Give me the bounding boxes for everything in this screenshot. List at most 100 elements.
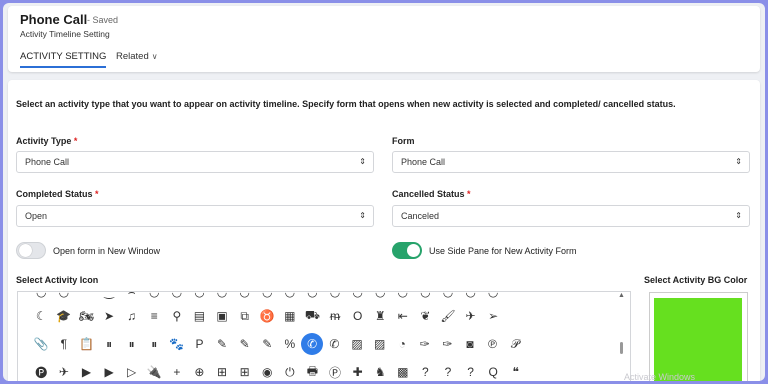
- print-icon[interactable]: 🖶: [301, 362, 324, 381]
- opencart-icon[interactable]: ⛟: [301, 306, 324, 326]
- photo-icon[interactable]: ▨: [346, 334, 369, 354]
- icon-option[interactable]: ‿: [98, 292, 121, 302]
- icon-option[interactable]: ◡: [482, 292, 505, 302]
- toggle-knob: [407, 244, 420, 257]
- icon-option[interactable]: ◡: [414, 292, 437, 302]
- paint-brush-icon[interactable]: 🖌: [437, 306, 460, 326]
- plus-square-icon[interactable]: ⊞: [211, 362, 234, 381]
- power-off-icon[interactable]: ⏻: [279, 362, 302, 381]
- pause-icon[interactable]: ⏸: [98, 334, 121, 354]
- icon-option[interactable]: ◡: [279, 292, 302, 302]
- pinterest-p-icon[interactable]: 𝒫: [504, 334, 527, 354]
- icon-option[interactable]: ◡: [392, 292, 415, 302]
- icon-option[interactable]: ◡: [53, 292, 76, 302]
- activity-type-select[interactable]: Phone Call ⇕: [16, 151, 374, 173]
- phone-square-icon[interactable]: ✆: [323, 334, 346, 354]
- quora-icon[interactable]: Q: [482, 362, 505, 381]
- odnoklassniki-icon[interactable]: ♉: [256, 306, 279, 326]
- odnoklassniki-square-icon[interactable]: ▦: [279, 306, 302, 326]
- paperclip-icon[interactable]: 📎: [30, 334, 53, 354]
- outdent-icon[interactable]: ⇤: [392, 306, 415, 326]
- music-icon[interactable]: ♫: [120, 306, 143, 326]
- tab-activity-setting[interactable]: ACTIVITY SETTING: [20, 51, 107, 68]
- product-hunt-icon[interactable]: Ⓟ: [324, 362, 347, 381]
- moon-icon[interactable]: ☾: [30, 306, 53, 326]
- optin-monster-icon[interactable]: ♜: [369, 306, 392, 326]
- scrollbar-thumb[interactable]: [620, 342, 623, 354]
- opera-icon[interactable]: O: [346, 306, 369, 326]
- bg-color-picker[interactable]: [649, 292, 748, 381]
- bg-color-swatch[interactable]: [654, 298, 742, 381]
- icon-option[interactable]: ◡: [211, 292, 234, 302]
- icon-option[interactable]: ◡: [459, 292, 482, 302]
- icon-option[interactable]: ⌢: [120, 292, 143, 302]
- pinterest-square-icon[interactable]: 🅟: [30, 362, 53, 381]
- icon-option[interactable]: ◡: [256, 292, 279, 302]
- icon-option[interactable]: ◡: [188, 292, 211, 302]
- newspaper-icon[interactable]: ▤: [188, 306, 211, 326]
- pied-piper-alt-icon[interactable]: ✑: [436, 334, 459, 354]
- question-circle-icon[interactable]: ?: [437, 362, 460, 381]
- map-pin-icon[interactable]: ⚲: [166, 306, 189, 326]
- play-circle-outline-icon[interactable]: ▷: [120, 362, 143, 381]
- plane-icon[interactable]: ✈: [53, 362, 76, 381]
- tab-related[interactable]: Related ∨: [116, 51, 158, 62]
- pause-circle-icon[interactable]: ⏸: [120, 334, 143, 354]
- graduation-cap-icon[interactable]: 🎓: [53, 306, 76, 326]
- podcast-icon[interactable]: ◉: [256, 362, 279, 381]
- icon-option[interactable]: ◡: [437, 292, 460, 302]
- openid-icon[interactable]: ᵯ: [324, 306, 347, 326]
- play-icon[interactable]: ▶: [75, 362, 98, 381]
- picture-icon[interactable]: ▨: [368, 334, 391, 354]
- icon-option[interactable]: ◡: [301, 292, 324, 302]
- phone-icon[interactable]: ✆: [301, 333, 324, 355]
- quote-left-icon[interactable]: ❝: [504, 362, 527, 381]
- icon-option[interactable]: ◡: [346, 292, 369, 302]
- object-group-icon[interactable]: ▣: [211, 306, 234, 326]
- side-pane-toggle[interactable]: [392, 242, 422, 259]
- icon-option[interactable]: ◡: [324, 292, 347, 302]
- icon-option[interactable]: ⌒: [75, 292, 98, 302]
- percent-icon[interactable]: %: [279, 334, 302, 354]
- question-icon[interactable]: ?: [414, 362, 437, 381]
- icon-option[interactable]: ◡: [369, 292, 392, 302]
- menu-icon[interactable]: ≡: [143, 306, 166, 326]
- icon-option[interactable]: ◡: [233, 292, 256, 302]
- qrcode-icon[interactable]: ▩: [392, 362, 415, 381]
- plus-icon[interactable]: +: [166, 362, 189, 381]
- pencil-icon[interactable]: ✎: [211, 334, 234, 354]
- open-new-window-toggle[interactable]: [16, 242, 46, 259]
- scroll-up-arrow-icon[interactable]: ▲: [618, 292, 625, 299]
- plug-icon[interactable]: 🔌: [143, 362, 166, 381]
- plus-square-outline-icon[interactable]: ⊞: [233, 362, 256, 381]
- pause-circle-outline-icon[interactable]: ⏸: [143, 334, 166, 354]
- pinterest-icon[interactable]: ℗: [481, 334, 504, 354]
- pied-piper-pp-icon[interactable]: ◙: [459, 334, 482, 354]
- pagelines-icon[interactable]: ❦: [414, 306, 437, 326]
- puzzle-piece-icon[interactable]: ✚: [346, 362, 369, 381]
- pencil-square-icon[interactable]: ✎: [233, 334, 256, 354]
- paw-icon[interactable]: 🐾: [166, 334, 189, 354]
- paper-plane-outline-icon[interactable]: ➢: [482, 306, 505, 326]
- paste-icon[interactable]: 📋: [75, 334, 98, 354]
- play-circle-icon[interactable]: ▶: [98, 362, 121, 381]
- completed-status-select[interactable]: Open ⇕: [16, 205, 374, 227]
- pencil-square-outline-icon[interactable]: ✎: [256, 334, 279, 354]
- question-circle-outline-icon[interactable]: ?: [459, 362, 482, 381]
- pied-piper-icon[interactable]: ✑: [414, 334, 437, 354]
- object-ungroup-icon[interactable]: ⧉: [233, 306, 256, 326]
- paper-plane-icon[interactable]: ✈: [459, 306, 482, 326]
- icon-option[interactable]: ◡: [166, 292, 189, 302]
- cancelled-status-select[interactable]: Canceled ⇕: [392, 205, 750, 227]
- qq-icon[interactable]: ♞: [369, 362, 392, 381]
- paragraph-icon[interactable]: ¶: [53, 334, 76, 354]
- activity-type-value: Phone Call: [25, 157, 70, 167]
- icon-option[interactable]: ◡: [30, 292, 53, 302]
- motorcycle-icon[interactable]: 🏍: [75, 306, 98, 326]
- pie-chart-icon[interactable]: ◔: [391, 334, 414, 354]
- mouse-pointer-icon[interactable]: ➤: [98, 306, 121, 326]
- paypal-icon[interactable]: P: [188, 334, 211, 354]
- form-select[interactable]: Phone Call ⇕: [392, 151, 750, 173]
- plus-circle-icon[interactable]: ⊕: [188, 362, 211, 381]
- icon-option[interactable]: ◡: [143, 292, 166, 302]
